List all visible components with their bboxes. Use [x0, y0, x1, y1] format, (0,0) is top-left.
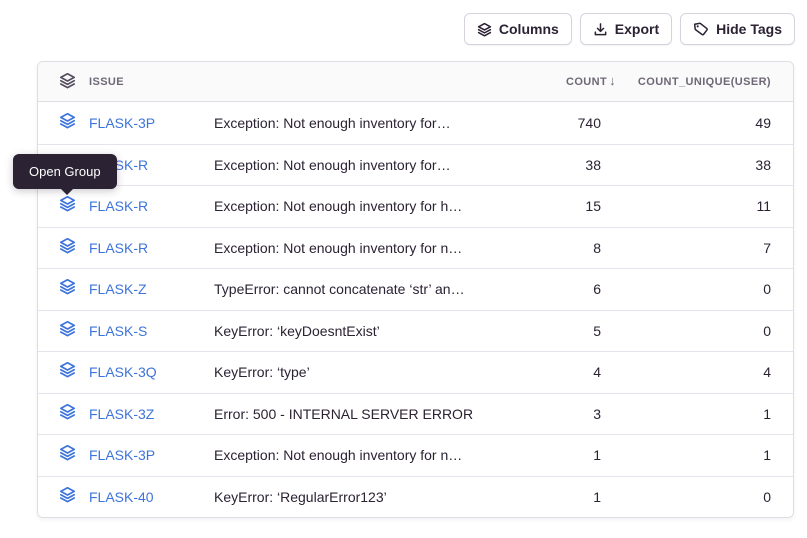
count-unique-value: 1	[623, 447, 793, 463]
export-button-label: Export	[615, 21, 659, 37]
tag-icon	[693, 21, 709, 37]
count-value: 4	[503, 364, 623, 380]
issue-title: Exception: Not enough inventory for n…	[214, 447, 503, 463]
table-body: FLASK-3P Exception: Not enough inventory…	[38, 102, 793, 517]
issue-title: KeyError: ‘type’	[214, 364, 503, 380]
stack-icon	[477, 22, 492, 37]
count-unique-value: 49	[623, 115, 793, 131]
table-row: FLASK-3Z Error: 500 - INTERNAL SERVER ER…	[38, 393, 793, 435]
table-row: FLASK-R Exception: Not enough inventory …	[38, 185, 793, 227]
table-header-row: ISSUE COUNT ↓ COUNT_UNIQUE(USER)	[38, 62, 793, 102]
count-unique-value: 4	[623, 364, 793, 380]
download-icon	[593, 22, 608, 37]
issue-cell: FLASK-R	[38, 195, 214, 217]
table-row: FLASK-R Exception: Not enough inventory …	[38, 227, 793, 269]
issue-stack-icon[interactable]	[59, 486, 76, 508]
count-value: 5	[503, 323, 623, 339]
hide-tags-button[interactable]: Hide Tags	[680, 13, 795, 45]
count-unique-column-label: COUNT_UNIQUE(USER)	[638, 76, 771, 88]
column-header-count[interactable]: COUNT ↓	[503, 75, 623, 88]
toolbar: Columns Export Hide Tags	[464, 13, 795, 45]
table-row: FLASK-3P Exception: Not enough inventory…	[38, 434, 793, 476]
count-value: 3	[503, 406, 623, 422]
issue-cell: FLASK-40	[38, 486, 214, 508]
column-header-issue[interactable]: ISSUE	[38, 72, 214, 92]
open-group-tooltip: Open Group	[13, 154, 117, 189]
count-value: 1	[503, 489, 623, 505]
issue-title: Exception: Not enough inventory for…	[214, 157, 503, 173]
issue-link[interactable]: FLASK-3Q	[89, 364, 157, 380]
issue-stack-icon[interactable]	[59, 195, 76, 217]
count-value: 38	[503, 157, 623, 173]
issue-link[interactable]: FLASK-40	[89, 489, 154, 505]
issue-stack-icon[interactable]	[59, 403, 76, 425]
issue-column-label: ISSUE	[89, 76, 124, 88]
hide-tags-button-label: Hide Tags	[716, 21, 782, 37]
table-row: FLASK-40 KeyError: ‘RegularError123’ 1 0	[38, 476, 793, 518]
issue-link[interactable]: FLASK-3P	[89, 115, 155, 131]
count-value: 6	[503, 281, 623, 297]
issue-title: Exception: Not enough inventory for…	[214, 115, 503, 131]
issue-link[interactable]: FLASK-S	[89, 323, 147, 339]
count-unique-value: 7	[623, 240, 793, 256]
issues-table: ISSUE COUNT ↓ COUNT_UNIQUE(USER) FLASK-3…	[37, 61, 794, 518]
count-unique-value: 11	[623, 198, 793, 214]
count-unique-value: 0	[623, 281, 793, 297]
issue-stack-icon[interactable]	[59, 237, 76, 259]
issue-cell: FLASK-S	[38, 320, 214, 342]
sort-descending-arrow-icon: ↓	[609, 74, 616, 87]
count-value: 15	[503, 198, 623, 214]
issue-cell: FLASK-3P	[38, 444, 214, 466]
columns-button[interactable]: Columns	[464, 13, 572, 45]
table-row: FLASK-R Exception: Not enough inventory …	[38, 144, 793, 186]
column-header-count-unique[interactable]: COUNT_UNIQUE(USER)	[623, 76, 793, 88]
issue-cell: FLASK-3P	[38, 112, 214, 134]
stack-icon	[59, 72, 76, 92]
issue-title: Exception: Not enough inventory for n…	[214, 240, 503, 256]
issue-cell: FLASK-R	[38, 237, 214, 259]
tooltip-text: Open Group	[29, 164, 101, 179]
issue-link[interactable]: FLASK-3Z	[89, 406, 154, 422]
count-value: 740	[503, 115, 623, 131]
count-unique-value: 0	[623, 489, 793, 505]
issue-link[interactable]: FLASK-Z	[89, 281, 147, 297]
table-row: FLASK-Z TypeError: cannot concatenate ‘s…	[38, 268, 793, 310]
table-row: FLASK-3P Exception: Not enough inventory…	[38, 102, 793, 144]
count-value: 8	[503, 240, 623, 256]
count-unique-value: 1	[623, 406, 793, 422]
issue-title: KeyError: ‘keyDoesntExist’	[214, 323, 503, 339]
count-value: 1	[503, 447, 623, 463]
table-row: FLASK-3Q KeyError: ‘type’ 4 4	[38, 351, 793, 393]
tooltip-arrow	[60, 188, 74, 195]
issue-title: Exception: Not enough inventory for h…	[214, 198, 503, 214]
issue-title: Error: 500 - INTERNAL SERVER ERROR	[214, 406, 503, 422]
issue-link[interactable]: FLASK-R	[89, 198, 148, 214]
issue-link[interactable]: FLASK-3P	[89, 447, 155, 463]
issue-cell: FLASK-Z	[38, 278, 214, 300]
issue-stack-icon[interactable]	[59, 320, 76, 342]
columns-button-label: Columns	[499, 21, 559, 37]
issue-stack-icon[interactable]	[59, 112, 76, 134]
table-row: FLASK-S KeyError: ‘keyDoesntExist’ 5 0	[38, 310, 793, 352]
issue-cell: FLASK-3Q	[38, 361, 214, 383]
issue-stack-icon[interactable]	[59, 361, 76, 383]
issue-title: TypeError: cannot concatenate ‘str’ an…	[214, 281, 503, 297]
issue-stack-icon[interactable]	[59, 444, 76, 466]
issue-stack-icon[interactable]	[59, 278, 76, 300]
issue-link[interactable]: FLASK-R	[89, 240, 148, 256]
count-unique-value: 38	[623, 157, 793, 173]
issue-cell: FLASK-3Z	[38, 403, 214, 425]
count-column-label: COUNT	[566, 76, 607, 88]
page: Columns Export Hide Tags	[0, 0, 807, 538]
export-button[interactable]: Export	[580, 13, 672, 45]
issue-title: KeyError: ‘RegularError123’	[214, 489, 503, 505]
count-unique-value: 0	[623, 323, 793, 339]
